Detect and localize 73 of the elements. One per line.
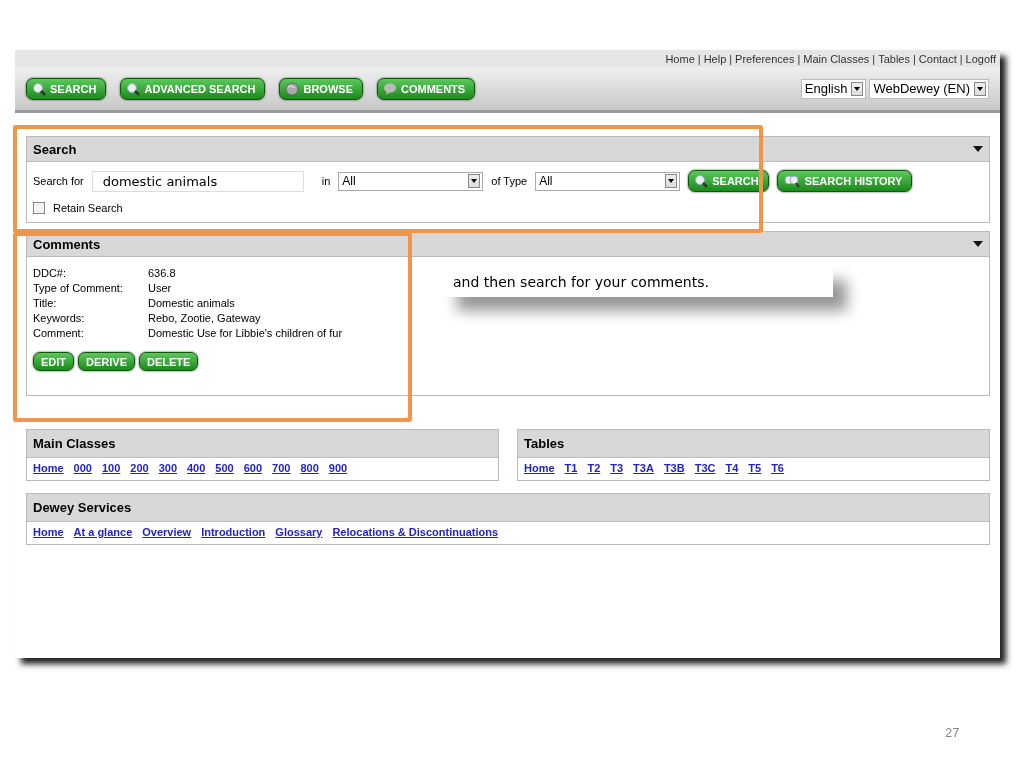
table-link[interactable]: T1 (564, 462, 578, 474)
magnifier-icon (32, 81, 46, 96)
service-link[interactable]: Relocations & Discontinuations (332, 526, 499, 538)
panel-title: Search (33, 141, 77, 157)
service-link[interactable]: At a glance (73, 526, 133, 538)
class-link[interactable]: 400 (187, 462, 206, 474)
search-field[interactable]: domestic animals (91, 170, 304, 192)
field-value: Domestic animals (148, 297, 235, 311)
class-link[interactable]: 700 (272, 462, 291, 474)
field-value: 636.8 (148, 267, 176, 281)
panel-title: Tables (524, 436, 565, 451)
top-link[interactable]: Help (703, 52, 727, 65)
field-label: Type of Comment: (33, 282, 124, 296)
globe-icon (285, 81, 300, 96)
class-link[interactable]: Home (33, 462, 64, 474)
separator: | (872, 52, 876, 65)
separator: | (729, 52, 733, 65)
magnifiers-icon (782, 174, 801, 188)
edition-dropdown[interactable]: WebDewey (EN) (869, 78, 989, 99)
panel-title: Comments (33, 236, 101, 252)
type-dropdown[interactable]: All (535, 171, 681, 191)
speech-bubble-icon (383, 81, 397, 96)
top-link[interactable]: Preferences (735, 52, 795, 65)
class-link[interactable]: 100 (101, 462, 121, 474)
class-link[interactable]: 300 (158, 462, 177, 474)
class-link[interactable]: 900 (328, 462, 348, 474)
top-link[interactable]: Tables (878, 52, 910, 65)
field-value: User (148, 282, 172, 296)
table-link[interactable]: T3B (663, 462, 685, 474)
retain-checkbox[interactable] (33, 202, 45, 214)
separator: | (912, 52, 916, 65)
language-dropdown[interactable]: English (800, 78, 867, 99)
table-link[interactable]: Home (524, 462, 555, 474)
table-link[interactable]: T5 (748, 462, 762, 474)
service-link[interactable]: Glossary (275, 526, 323, 538)
separator: | (959, 52, 963, 65)
class-link[interactable]: 800 (300, 462, 319, 474)
top-link[interactable]: Home (665, 52, 695, 65)
table-link[interactable]: T6 (771, 462, 784, 474)
field-label: Title: (33, 297, 58, 311)
class-link[interactable]: 500 (215, 462, 234, 474)
panel-title: Main Classes (33, 436, 116, 451)
service-link[interactable]: Introduction (201, 526, 266, 538)
separator: | (797, 52, 801, 65)
slide-number: 27 (945, 725, 960, 740)
service-link[interactable]: Overview (142, 526, 192, 538)
top-link[interactable]: Main Classes (803, 52, 870, 65)
table-link[interactable]: T3 (610, 462, 624, 474)
in-dropdown[interactable]: All (338, 171, 484, 191)
checkbox-label: Retain Search (53, 202, 123, 214)
field-label: of Type (491, 175, 528, 187)
table-link[interactable]: T2 (587, 462, 601, 474)
table-link[interactable]: T3C (694, 462, 716, 474)
class-link[interactable]: 000 (73, 462, 92, 474)
top-link[interactable]: Contact (918, 52, 957, 65)
table-link[interactable]: T3A (633, 462, 654, 474)
field-label: Search for (33, 175, 84, 187)
magnifier-icon (126, 81, 141, 96)
callout-text: and then search for your comments. (443, 266, 833, 297)
field-label: Comment: (33, 327, 85, 341)
service-link[interactable]: Home (33, 526, 64, 538)
class-link[interactable]: 600 (243, 462, 263, 474)
field-value: Rebo, Zootie, Gateway (148, 312, 261, 326)
magnifier-icon (694, 174, 709, 188)
panel-title: Dewey Services (33, 500, 132, 515)
table-link[interactable]: T4 (725, 462, 739, 474)
field-label: Keywords: (33, 312, 86, 326)
field-label: in (321, 175, 331, 187)
separator: | (697, 52, 701, 65)
class-link[interactable]: 200 (130, 462, 149, 474)
top-link[interactable]: Logoff (965, 52, 996, 65)
field-value: Domestic Use for Libbie's children of fur (148, 327, 343, 341)
field-label: DDC#: (33, 267, 67, 281)
